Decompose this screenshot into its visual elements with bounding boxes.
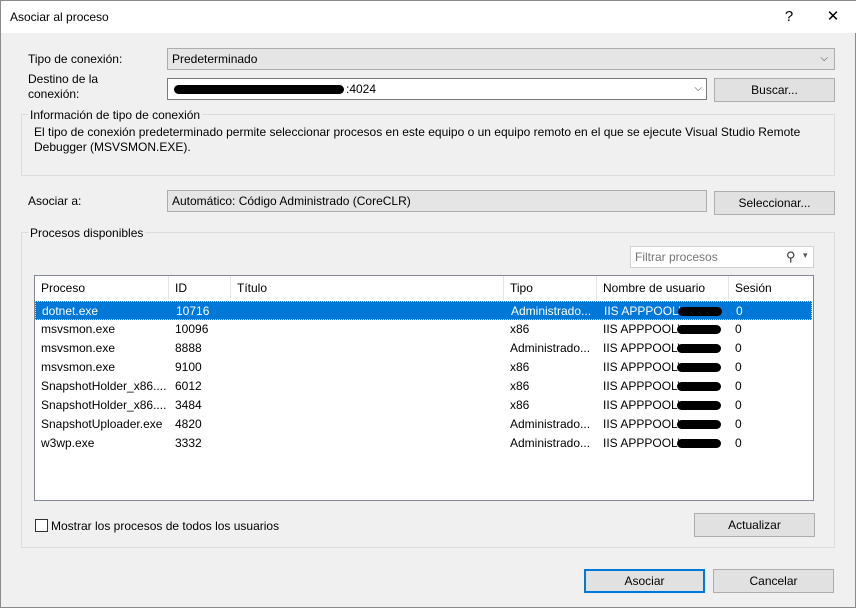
cell-type: x86: [510, 322, 530, 336]
refresh-button-label: Actualizar: [728, 518, 781, 532]
cell-process: SnapshotHolder_x86....: [41, 379, 167, 393]
cell-type: Administrado...: [510, 436, 591, 450]
column-header-title[interactable]: Título: [231, 276, 504, 300]
redacted-username-mark: [677, 439, 721, 448]
connection-type-label: Tipo de conexión:: [28, 52, 123, 66]
table-row[interactable]: msvsmon.exe 8888 Administrado... IIS APPPOO…: [35, 339, 812, 358]
cell-id: 3484: [175, 398, 202, 412]
cell-session: 0: [735, 379, 742, 393]
connection-info-text-line1: El tipo de conexión predeterminado permi…: [34, 125, 801, 139]
refresh-button[interactable]: Actualizar: [694, 513, 815, 537]
table-row[interactable]: msvsmon.exe 10096 x86 IIS APPPOOL\ 0: [35, 320, 812, 339]
attach-button[interactable]: Asociar: [584, 569, 705, 593]
cancel-button-label: Cancelar: [749, 574, 798, 588]
cell-session: 0: [735, 341, 742, 355]
redacted-username-mark: [677, 401, 721, 410]
column-header-session[interactable]: Sesión: [729, 276, 813, 300]
process-list-header: Proceso ID Título Tipo Nombre de usuario…: [35, 276, 813, 300]
cell-process: SnapshotUploader.exe: [41, 417, 163, 431]
table-row[interactable]: SnapshotUploader.exe 4820 Administrado... I…: [35, 415, 812, 434]
connection-info-text-line2: Debugger (MSVSMON.EXE).: [34, 140, 191, 154]
attach-button-label: Asociar: [624, 574, 665, 588]
filter-processes-box[interactable]: ⚲ ▾: [630, 246, 814, 268]
filter-processes-input[interactable]: [633, 248, 783, 266]
column-header-process[interactable]: Proceso: [35, 276, 169, 300]
title-bar: Asociar al proceso ? ✕: [1, 1, 856, 33]
attach-to-process-dialog: Asociar al proceso ? ✕ Tipo de conexión:…: [0, 0, 856, 608]
connection-target-label-line2: conexión:: [28, 87, 80, 101]
cancel-button[interactable]: Cancelar: [713, 569, 834, 593]
cell-process: w3wp.exe: [41, 436, 95, 450]
cell-type: x86: [510, 398, 530, 412]
available-processes-title: Procesos disponibles: [28, 226, 146, 240]
cell-id: 8888: [175, 341, 202, 355]
help-button[interactable]: ?: [775, 7, 803, 27]
cell-session: 0: [735, 398, 742, 412]
cell-session: 0: [735, 417, 742, 431]
redacted-username-mark: [677, 363, 721, 372]
chevron-down-icon[interactable]: ▾: [803, 250, 808, 261]
cell-type: Administrado...: [510, 417, 591, 431]
browse-button[interactable]: Buscar...: [714, 78, 835, 102]
cell-id: 3332: [175, 436, 202, 450]
connection-target-label-line1: Destino de la: [28, 72, 99, 86]
cell-process: msvsmon.exe: [41, 360, 116, 374]
cell-session: 0: [736, 304, 743, 318]
redacted-username-mark: [677, 325, 721, 334]
cell-id: 6012: [175, 379, 202, 393]
column-header-user[interactable]: Nombre de usuario: [597, 276, 729, 300]
cell-session: 0: [735, 322, 742, 336]
chevron-down-icon: ⌵: [820, 53, 828, 64]
connection-info-title: Información de tipo de conexión: [28, 108, 203, 122]
cell-id: 4820: [175, 417, 202, 431]
cell-type: Administrado...: [510, 341, 591, 355]
table-row[interactable]: SnapshotHolder_x86.... 3484 x86 IIS APPPOOL…: [35, 396, 812, 415]
attach-to-value: Automático: Código Administrado (CoreCLR…: [172, 194, 411, 208]
cell-id: 9100: [175, 360, 202, 374]
cell-process: dotnet.exe: [42, 304, 99, 318]
redacted-username-mark: [677, 420, 721, 429]
table-row[interactable]: dotnet.exe 10716 Administrado... IIS APPPOO…: [35, 301, 812, 320]
select-button-label: Seleccionar...: [738, 196, 811, 210]
column-header-type[interactable]: Tipo: [504, 276, 597, 300]
cell-process: msvsmon.exe: [41, 341, 116, 355]
window-title: Asociar al proceso: [10, 10, 109, 24]
cell-process: SnapshotHolder_x86....: [41, 398, 167, 412]
cell-type: Administrado...: [511, 304, 592, 318]
cell-session: 0: [735, 436, 742, 450]
connection-target-port: :4024: [346, 82, 377, 96]
cell-session: 0: [735, 360, 742, 374]
attach-to-label: Asociar a:: [28, 194, 82, 208]
show-all-users-checkbox[interactable]: [35, 519, 48, 532]
close-button[interactable]: ✕: [819, 7, 847, 27]
redacted-username-mark: [677, 344, 721, 353]
cell-process: msvsmon.exe: [41, 322, 116, 336]
redacted-username-mark: [678, 307, 722, 316]
attach-to-field: Automático: Código Administrado (CoreCLR…: [167, 190, 707, 212]
redacted-host-mark: [174, 85, 344, 94]
table-row[interactable]: SnapshotHolder_x86.... 6012 x86 IIS APPPOOL…: [35, 377, 812, 396]
table-row[interactable]: w3wp.exe 3332 Administrado... IIS APPPOOL\ 0: [35, 434, 812, 453]
table-row[interactable]: msvsmon.exe 9100 x86 IIS APPPOOL\ 0: [35, 358, 812, 377]
connection-type-value: Predeterminado: [172, 52, 258, 66]
connection-target-combobox[interactable]: :4024 ⌵: [167, 78, 707, 100]
show-all-users-label[interactable]: Mostrar los procesos de todos los usuari…: [51, 519, 279, 533]
browse-button-label: Buscar...: [751, 83, 798, 97]
redacted-username-mark: [677, 382, 721, 391]
cell-type: x86: [510, 379, 530, 393]
connection-type-dropdown[interactable]: Predeterminado ⌵: [167, 48, 835, 70]
chevron-down-icon[interactable]: ⌵: [694, 79, 702, 99]
search-icon[interactable]: ⚲: [786, 249, 796, 265]
select-code-type-button[interactable]: Seleccionar...: [714, 191, 835, 215]
cell-id: 10716: [176, 304, 210, 318]
cell-type: x86: [510, 360, 530, 374]
column-header-id[interactable]: ID: [169, 276, 231, 300]
cell-id: 10096: [175, 322, 209, 336]
process-list[interactable]: Proceso ID Título Tipo Nombre de usuario…: [34, 275, 814, 501]
